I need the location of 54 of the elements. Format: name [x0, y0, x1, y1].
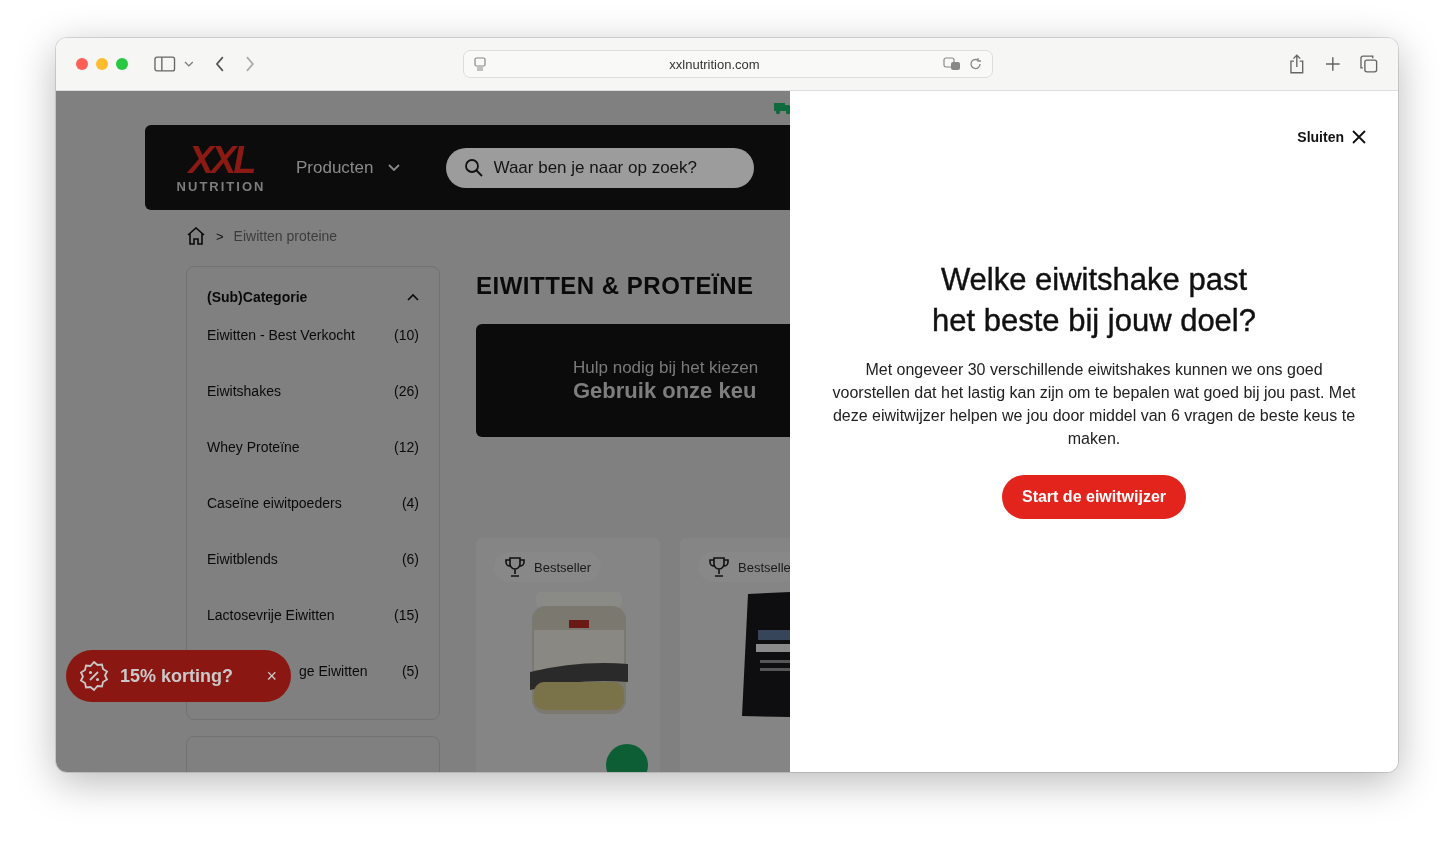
address-bar[interactable]: xxlnutrition.com	[462, 50, 994, 78]
category-link[interactable]: Eiwitshakes	[207, 383, 281, 399]
sidebar-icon[interactable]	[154, 56, 176, 72]
product-card[interactable]: Bestseller	[476, 538, 660, 772]
page-icon	[473, 57, 486, 71]
category-link[interactable]: Eiwitten - Best Verkocht	[207, 327, 355, 343]
category-count: (4)	[401, 495, 419, 511]
category-count: (26)	[394, 383, 419, 399]
start-button[interactable]: Start de eiwitwijzer	[1001, 475, 1186, 519]
category-count: (15)	[394, 607, 419, 623]
logo[interactable]: XXL NUTRITION	[161, 141, 281, 194]
discount-button[interactable]: 15% korting? ×	[66, 650, 291, 702]
breadcrumb-link[interactable]: Eiwitten proteine	[233, 228, 338, 244]
search-field[interactable]: Waar ben je naar op zoek?	[445, 147, 754, 188]
url-text: xxlnutrition.com	[668, 56, 761, 72]
filter-title: (Sub)Categorie	[207, 289, 308, 305]
category-link[interactable]: Whey Proteïne	[207, 439, 300, 455]
back-icon[interactable]	[215, 56, 226, 72]
category-count: (12)	[394, 439, 419, 455]
banner-subtitle: Hulp nodig bij het kiezen	[573, 357, 760, 378]
trophy-icon	[708, 556, 730, 578]
panel-title: Welke eiwitshake past het beste bij jouw doel?	[932, 261, 1256, 340]
close-button[interactable]: ×	[266, 665, 277, 687]
tabs-overview-icon[interactable]	[1360, 55, 1378, 73]
page-heading: EIWITTEN & PROTEÏNE	[476, 272, 755, 300]
reload-icon[interactable]	[969, 57, 983, 71]
category-count: (10)	[394, 327, 419, 343]
products-menu[interactable]: Producten	[296, 157, 400, 178]
close-button[interactable]: Sluiten	[1297, 129, 1366, 145]
chevron-up-icon[interactable]	[407, 293, 419, 301]
trophy-icon	[504, 556, 526, 578]
chevron-down-icon[interactable]	[183, 61, 194, 67]
category-count: (6)	[401, 551, 419, 567]
discount-badge-icon	[78, 660, 110, 692]
close-window-button[interactable]	[76, 58, 88, 70]
search-icon	[463, 157, 484, 178]
category-link[interactable]: Eiwitblends	[207, 551, 278, 567]
new-tab-icon[interactable]	[1324, 56, 1341, 72]
truck-icon	[774, 101, 790, 115]
share-icon[interactable]	[1289, 54, 1305, 74]
home-icon[interactable]	[186, 227, 206, 245]
product-card[interactable]: Bestselle	[680, 538, 790, 772]
close-icon	[1352, 130, 1366, 144]
category-link[interactable]: Caseïne eiwitpoeders	[207, 495, 342, 511]
category-link[interactable]: Lactosevrije Eiwitten	[207, 607, 335, 623]
banner-title: Gebruik onze keu	[573, 377, 758, 404]
category-link[interactable]: ge Eiwitten	[299, 663, 368, 679]
category-count: (5)	[401, 663, 419, 679]
translate-icon[interactable]	[943, 57, 962, 71]
forward-icon[interactable]	[245, 56, 255, 72]
breadcrumb-separator: >	[216, 228, 224, 244]
banner[interactable]: Hulp nodig bij het kiezen Gebruik onze keu	[476, 324, 790, 437]
chevron-down-icon	[387, 163, 400, 172]
panel-description: Met ongeveer 30 verschillende eiwitshakes kunnen we ons goed voorstellen dat het lastig kan zijn om te bepalen wat goed bij jou past. Met deze eiwitwijzer helpen we jou door middel van 6 vragen de beste keus te maken.	[831, 360, 1357, 449]
